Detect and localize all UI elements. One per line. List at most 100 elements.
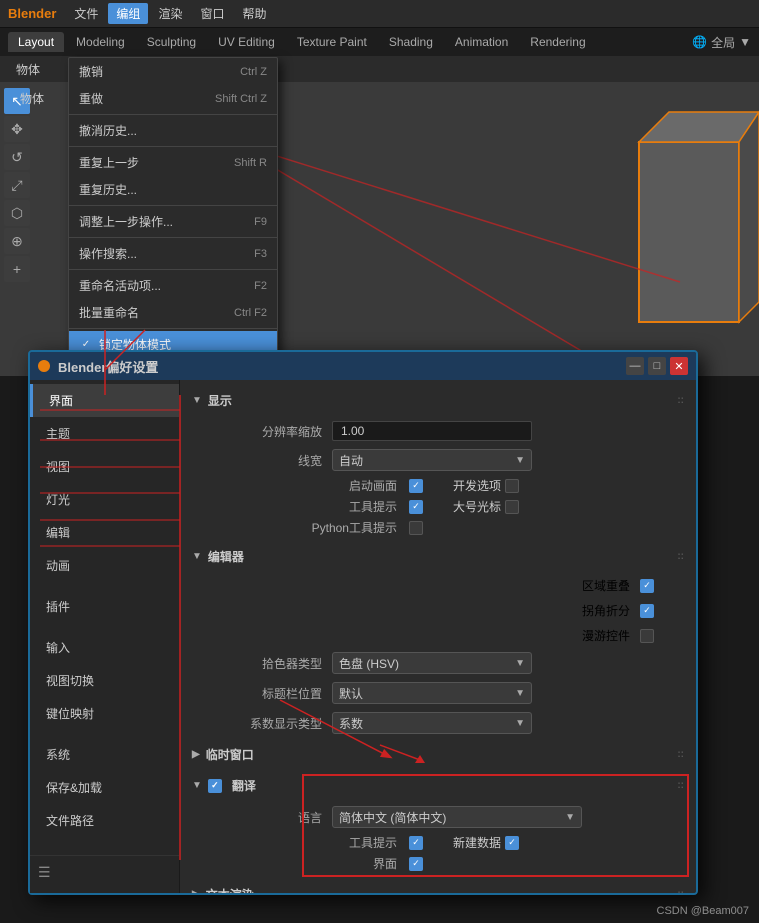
minimize-button[interactable]: — <box>626 357 644 375</box>
section-tempwindow-header[interactable]: ▶ 临时窗口 :: <box>192 742 684 767</box>
line-width-select[interactable]: 自动 ▼ <box>332 449 532 471</box>
trans-tooltip-checkbox[interactable]: ✓ <box>409 836 423 850</box>
interface-checkbox[interactable]: ✓ <box>409 857 423 871</box>
sidebar-item-file-paths[interactable]: 文件路径 <box>30 804 179 837</box>
sidebar-item-theme[interactable]: 主题 <box>30 417 179 450</box>
menu-render[interactable]: 渲染 <box>150 3 190 24</box>
sidebar-wrapper: 界面 主题 视图 灯光 编辑 动画 插件 输入 视图切换 键位映射 系统 保存&… <box>30 384 179 889</box>
devopt-checkbox[interactable] <box>505 479 519 493</box>
section-translation-label: 翻译 <box>232 777 256 794</box>
menu-adjust-last-op[interactable]: 调整上一步操作... F9 <box>69 208 277 235</box>
resolution-scale-control <box>332 421 532 441</box>
devopt-col: 开发选项 <box>453 477 684 494</box>
nav-controls-check-col <box>640 629 654 643</box>
menu-op-search[interactable]: 操作搜索... F3 <box>69 240 277 267</box>
sidebar-item-keymap[interactable]: 键位映射 <box>30 697 179 730</box>
menu-redo[interactable]: 重做 Shift Ctrl Z <box>69 85 277 112</box>
hamburger-icon[interactable]: ☰ <box>38 864 51 880</box>
header-pos-select[interactable]: 默认 ▼ <box>332 682 532 704</box>
sidebar-item-lights[interactable]: 灯光 <box>30 483 179 516</box>
line-width-label: 线宽 <box>192 452 332 469</box>
header-pos-control: 默认 ▼ <box>332 682 532 704</box>
sidebar-item-system[interactable]: 系统 <box>30 738 179 771</box>
menu-rename-active[interactable]: 重命名活动项... F2 <box>69 272 277 299</box>
maximize-button[interactable]: □ <box>648 357 666 375</box>
tooltip-checkbox[interactable]: ✓ <box>409 500 423 514</box>
new-data-checkbox[interactable]: ✓ <box>505 836 519 850</box>
toolbar-scale-icon[interactable]: ⤢ <box>4 172 30 198</box>
section-tempwindow-drag: :: <box>677 749 684 760</box>
factor-display-select[interactable]: 系数 ▼ <box>332 712 532 734</box>
section-textrender-arrow: ▶ <box>192 889 200 893</box>
menu-window[interactable]: 窗口 <box>192 3 232 24</box>
section-tempwindow-label: 临时窗口 <box>206 746 254 763</box>
python-tooltip-checkbox[interactable] <box>409 521 423 535</box>
translation-enable-checkbox[interactable]: ✓ <box>208 779 222 793</box>
menu-edit[interactable]: 编组 <box>108 3 148 24</box>
menu-undo[interactable]: 撤销 Ctrl Z <box>69 58 277 85</box>
section-translation-header[interactable]: ▼ ✓ 翻译 :: <box>192 773 684 798</box>
corner-split-row: 拐角折分 ✓ <box>192 600 684 621</box>
tab-animation[interactable]: Animation <box>445 32 518 52</box>
corner-split-checkbox[interactable]: ✓ <box>640 604 654 618</box>
section-display-header[interactable]: ▼ 显示 :: <box>192 388 684 413</box>
menu-file[interactable]: 文件 <box>66 3 106 24</box>
sidebar-item-interface[interactable]: 界面 <box>30 384 179 417</box>
tab-modeling[interactable]: Modeling <box>66 32 135 52</box>
toolbar-cursor-icon[interactable]: ⊕ <box>4 228 30 254</box>
tab-rendering[interactable]: Rendering <box>520 32 595 52</box>
python-tooltip-row: Python工具提示 <box>192 519 684 536</box>
sidebar-items-list: 界面 主题 视图 灯光 编辑 动画 插件 输入 视图切换 键位映射 系统 保存&… <box>30 384 179 855</box>
divider-2 <box>69 146 277 147</box>
divider-3 <box>69 205 277 206</box>
menu-help[interactable]: 帮助 <box>234 3 274 24</box>
blender-logo: Blender <box>8 6 56 21</box>
splash-checkbox[interactable]: ✓ <box>409 479 423 493</box>
view-selector[interactable]: 🌐 全局 ▼ <box>692 34 751 51</box>
menu-repeat-last[interactable]: 重复上一步 Shift R <box>69 149 277 176</box>
sidebar-spacer-3 <box>30 730 179 738</box>
menu-batch-rename[interactable]: 批量重命名 Ctrl F2 <box>69 299 277 326</box>
sidebar-item-viewport[interactable]: 视图 <box>30 450 179 483</box>
close-button[interactable]: ✕ <box>670 357 688 375</box>
line-width-arrow: ▼ <box>515 455 525 466</box>
python-tooltip-col: Python工具提示 <box>192 519 453 536</box>
section-textrender-header[interactable]: ▶ 文本渲染 :: <box>192 882 684 893</box>
sidebar-spacer-2 <box>30 623 179 631</box>
tooltip-col: 工具提示 ✓ <box>192 498 453 515</box>
sidebar-item-addons[interactable]: 插件 <box>30 590 179 623</box>
tab-layout[interactable]: Layout <box>8 32 64 52</box>
factor-display-label: 系数显示类型 <box>192 715 332 732</box>
menu-undo-history[interactable]: 撤消历史... <box>69 117 277 144</box>
sidebar-item-save-load[interactable]: 保存&加载 <box>30 771 179 804</box>
region-overlap-col: 区域重叠 <box>192 577 640 594</box>
tab-shading[interactable]: Shading <box>379 32 443 52</box>
tab-sculpting[interactable]: Sculpting <box>137 32 206 52</box>
bigcursor-checkbox-item: 大号光标 <box>453 498 519 515</box>
section-translation-arrow: ▼ <box>192 780 202 791</box>
preferences-body: 界面 主题 视图 灯光 编辑 动画 插件 输入 视图切换 键位映射 系统 保存&… <box>30 380 696 893</box>
new-data-col: 新建数据 ✓ <box>453 834 684 851</box>
toolbar-add-icon[interactable]: + <box>4 256 30 282</box>
resolution-scale-input[interactable] <box>332 421 532 441</box>
region-overlap-checkbox[interactable]: ✓ <box>640 579 654 593</box>
sidebar-item-input[interactable]: 输入 <box>30 631 179 664</box>
sidebar-item-animation[interactable]: 动画 <box>30 549 179 582</box>
region-overlap-check-col: ✓ <box>640 579 654 593</box>
sidebar-item-navigation[interactable]: 视图切换 <box>30 664 179 697</box>
menu-repeat-history[interactable]: 重复历史... <box>69 176 277 203</box>
tab-texture-paint[interactable]: Texture Paint <box>287 32 377 52</box>
tab-uv-editing[interactable]: UV Editing <box>208 32 285 52</box>
sidebar-item-editing[interactable]: 编辑 <box>30 516 179 549</box>
bigcursor-checkbox[interactable] <box>505 500 519 514</box>
language-select[interactable]: 简体中文 (简体中文) ▼ <box>332 806 582 828</box>
toolbar-transform-icon[interactable]: ⬡ <box>4 200 30 226</box>
color-picker-select[interactable]: 色盘 (HSV) ▼ <box>332 652 532 674</box>
toolbar-move-icon[interactable]: ✥ <box>4 116 30 142</box>
preferences-content: ▼ 显示 :: 分辨率缩放 线宽 自动 ▼ <box>180 380 696 893</box>
nav-controls-checkbox[interactable] <box>640 629 654 643</box>
interface-checkbox-row: 界面 ✓ <box>192 855 684 872</box>
bigcursor-label: 大号光标 <box>453 498 501 515</box>
toolbar-rotate-icon[interactable]: ↺ <box>4 144 30 170</box>
section-editor-header[interactable]: ▼ 编辑器 :: <box>192 544 684 569</box>
